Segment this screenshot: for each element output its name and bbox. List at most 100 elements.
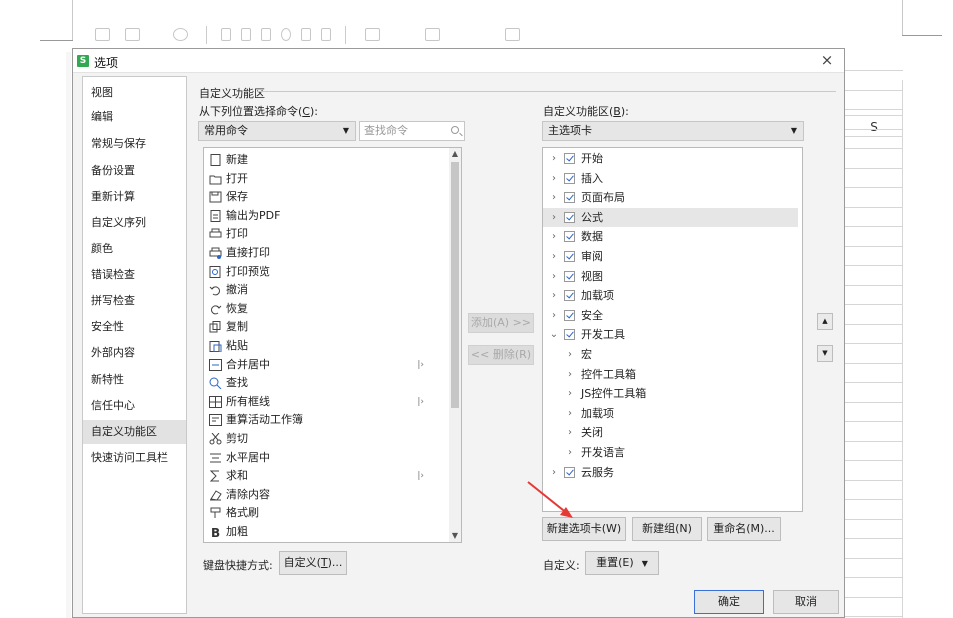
command-list-item[interactable]: 直接打印 [204,244,442,263]
scroll-thumb[interactable] [451,162,459,408]
chevron-right-icon[interactable]: › [549,306,559,325]
chevron-right-icon[interactable]: › [549,463,559,482]
sidebar-item[interactable]: 自定义功能区 [83,420,186,444]
ribbon-tab-node[interactable]: › 开始 [543,149,798,169]
command-list-item[interactable]: 复制 [204,318,442,337]
ribbon-tree[interactable]: › 开始 › 插入 › 页面布局 › 公式 › 数据 › 审阅 › 视图 › 加载项 › 安全 ⌄ 开发工具 › 宏 › 控件… [542,147,803,512]
command-list-item[interactable]: 保存 [204,188,442,207]
chevron-right-icon[interactable]: › [549,169,559,188]
command-list-item[interactable]: 格式刷 [204,504,442,523]
command-search-input[interactable]: 查找命令 [359,121,465,141]
command-list-item[interactable]: 粘贴 [204,337,442,356]
tab-checkbox[interactable] [564,329,575,341]
chevron-right-icon[interactable]: › [549,188,559,207]
chevron-right-icon[interactable]: › [549,227,559,246]
chevron-right-icon[interactable]: › [565,365,575,384]
tab-checkbox[interactable] [564,231,575,243]
command-list-item[interactable]: 所有框线 |› [204,393,442,412]
sidebar-item[interactable]: 错误检查 [83,263,186,287]
ribbon-tabs-select[interactable]: 主选项卡 ▼ [542,121,804,141]
sidebar-item[interactable]: 编辑 [83,105,186,129]
tab-checkbox[interactable] [564,153,575,164]
chevron-right-icon[interactable]: › [549,149,559,168]
chevron-right-icon[interactable]: › [565,384,575,403]
tab-checkbox[interactable] [564,251,575,262]
sidebar-item[interactable]: 自定义序列 [83,211,186,235]
command-list-item[interactable]: 撤消 [204,281,442,300]
sidebar-item[interactable]: 信任中心 [83,394,186,418]
ribbon-tab-node[interactable]: › 审阅 [543,247,798,267]
command-list-item[interactable]: 剪切 [204,430,442,449]
tab-checkbox[interactable] [564,290,575,302]
command-list-item[interactable]: 恢复 [204,300,442,319]
command-list-item[interactable]: 输出为PDF [204,207,442,226]
tab-checkbox[interactable] [564,309,575,321]
sidebar-item[interactable]: 重新计算 [83,185,186,209]
remove-button[interactable]: << 删除(R) [468,345,534,365]
ribbon-group-node[interactable]: › 宏 [543,345,798,365]
customize-shortcuts-button[interactable]: 自定义(T)... [279,551,347,575]
command-list-item[interactable]: 打印预览 [204,263,442,282]
ribbon-tab-node[interactable]: › 安全 [543,306,798,326]
chevron-right-icon[interactable]: › [549,208,559,227]
command-list-item[interactable]: B 加粗 [204,523,442,542]
rename-button[interactable]: 重命名(M)... [707,517,781,541]
sidebar-item[interactable]: 拼写检查 [83,289,186,313]
ribbon-group-node[interactable]: › 加载项 [543,404,798,424]
command-list-item[interactable]: 新建 [204,151,442,170]
command-list-item[interactable]: 打印 [204,225,442,244]
command-list-item[interactable]: 打开 [204,170,442,189]
chevron-right-icon[interactable]: › [565,423,575,442]
chevron-right-icon[interactable]: › [549,267,559,286]
commands-scrollbar[interactable]: ▲ ▼ [449,148,461,542]
ribbon-tab-node[interactable]: › 数据 [543,227,798,247]
chevron-right-icon[interactable]: › [565,443,575,462]
tab-checkbox[interactable] [564,466,575,478]
ribbon-tab-node[interactable]: › 公式 [543,207,798,228]
tab-checkbox[interactable] [564,192,575,204]
command-list-item[interactable]: 重算活动工作簿 [204,411,442,430]
move-down-button[interactable]: ▼ [817,345,833,362]
command-list-item[interactable]: 合并居中 |› [204,356,442,375]
command-list-item[interactable]: 筛选 [204,542,442,543]
sidebar-item[interactable]: 新特性 [83,368,186,392]
add-button[interactable]: 添加(A) >> [468,313,534,333]
tab-checkbox[interactable] [564,211,575,223]
new-group-button[interactable]: 新建组(N) [632,517,702,541]
command-list-item[interactable]: 水平居中 [204,449,442,468]
close-icon[interactable]: × [818,51,836,69]
scroll-down-icon[interactable]: ▼ [449,530,461,542]
chevron-right-icon[interactable]: › [549,247,559,266]
sidebar-item[interactable]: 快速访问工具栏 [83,446,186,470]
sidebar-item[interactable]: 外部内容 [83,341,186,365]
new-tab-button[interactable]: 新建选项卡(W) [542,517,626,541]
ribbon-group-node[interactable]: › 关闭 [543,423,798,443]
reset-button[interactable]: 重置(E) ▼ [585,551,659,575]
command-list-item[interactable]: 求和 |› [204,467,442,486]
ribbon-group-node[interactable]: › 开发语言 [543,443,798,463]
sidebar-item[interactable]: 常规与保存 [83,132,186,156]
ribbon-tab-node[interactable]: ⌄ 开发工具 [543,325,798,345]
tab-checkbox[interactable] [564,172,575,184]
ribbon-group-node[interactable]: › 控件工具箱 [543,365,798,385]
ribbon-tab-node[interactable]: › 加载项 [543,286,798,306]
command-list-item[interactable]: 清除内容 [204,486,442,505]
sidebar-item[interactable]: 安全性 [83,315,186,339]
sidebar-item[interactable]: 备份设置 [83,159,186,183]
commands-list[interactable]: 新建 打开 保存 输出为PDF 打印 直接打印 打印预览 撤消 恢复 复制 粘贴 合并居中 |› 查找 所有… [203,147,462,543]
cancel-button[interactable]: 取消 [773,590,839,614]
commands-source-select[interactable]: 常用命令 ▼ [198,121,356,141]
chevron-right-icon[interactable]: › [549,286,559,305]
sidebar-item[interactable]: 颜色 [83,237,186,261]
ribbon-tab-node[interactable]: › 云服务 [543,463,798,483]
ribbon-group-node[interactable]: › JS控件工具箱 [543,384,798,404]
ribbon-tab-node[interactable]: › 视图 [543,267,798,287]
command-list-item[interactable]: 查找 [204,374,442,393]
ok-button[interactable]: 确定 [694,590,764,614]
chevron-right-icon[interactable]: › [565,404,575,423]
chevron-right-icon[interactable]: › [565,345,575,364]
ribbon-tab-node[interactable]: › 页面布局 [543,188,798,208]
sidebar-item[interactable]: 视图 [83,81,186,105]
scroll-up-icon[interactable]: ▲ [449,148,461,160]
tab-checkbox[interactable] [564,270,575,282]
